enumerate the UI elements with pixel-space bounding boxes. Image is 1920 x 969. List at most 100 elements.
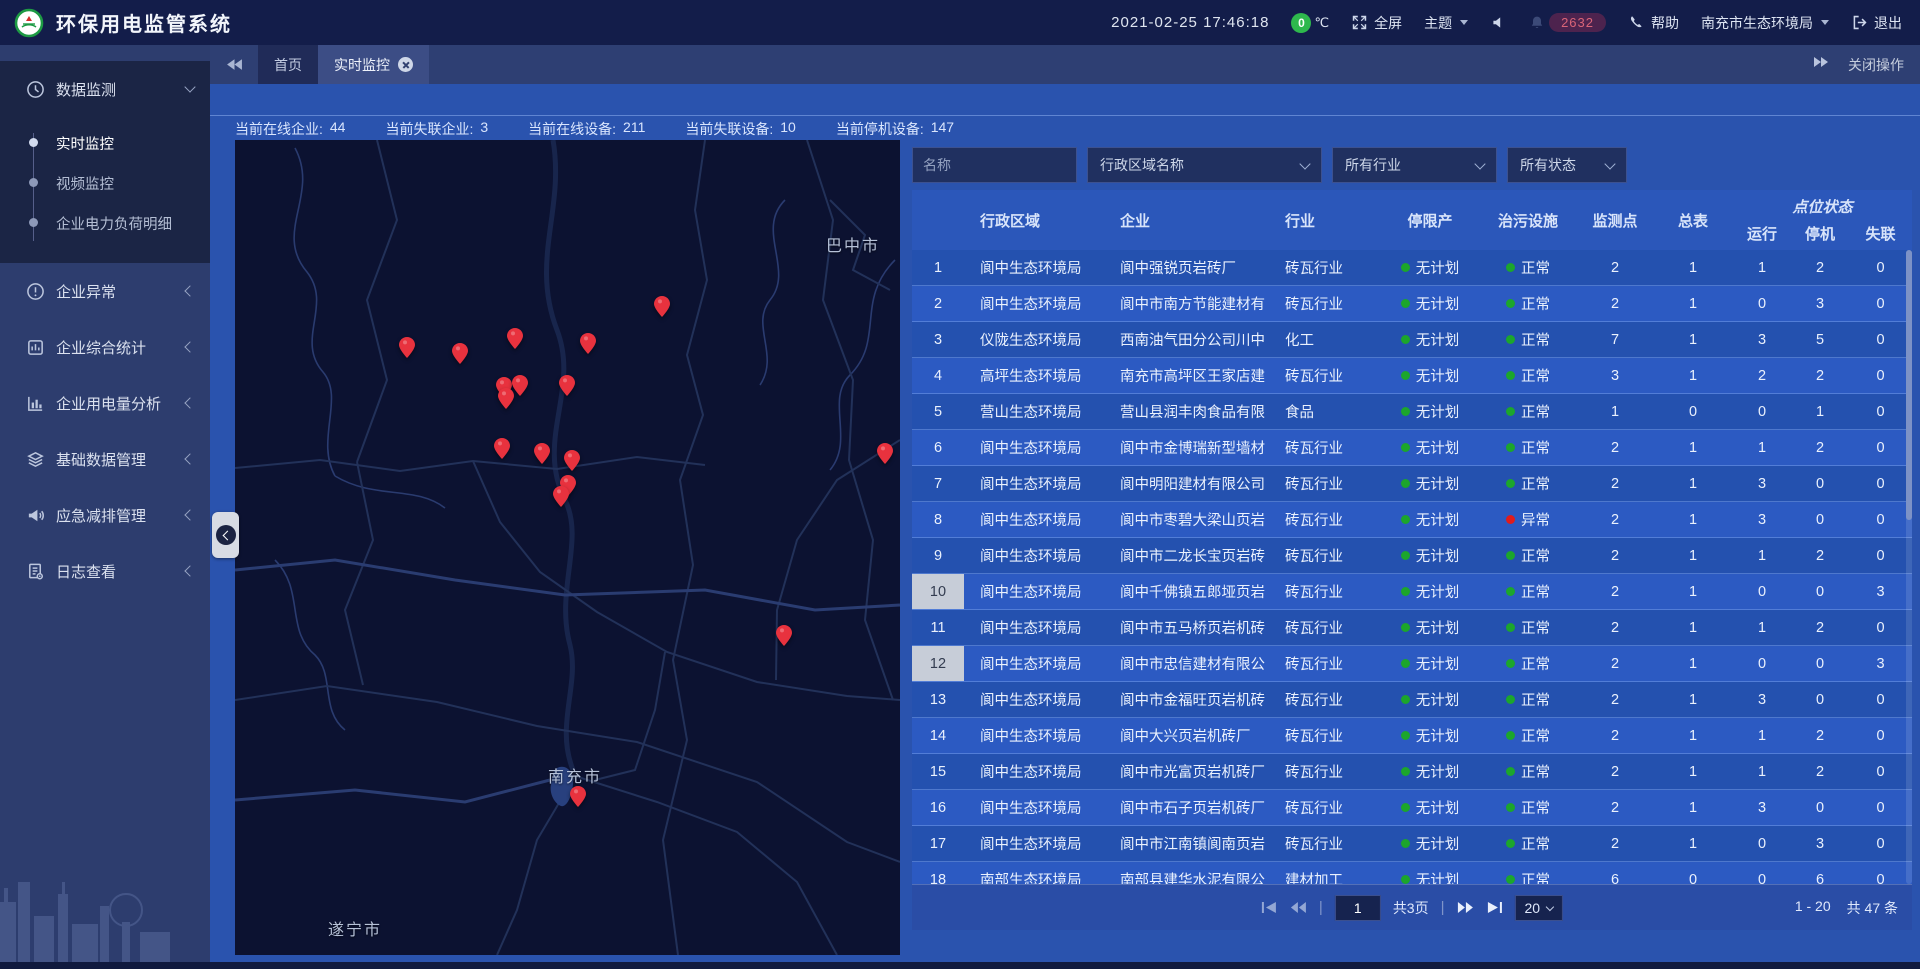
table-row[interactable]: 11阆中生态环境局阆中市五马桥页岩机砖砖瓦行业无计划正常21120 [912, 610, 1912, 646]
stat-item: 当前在线设备:211 [528, 119, 645, 139]
sidebar-item[interactable]: 企业综合统计 [0, 319, 210, 375]
table-row[interactable]: 5营山生态环境局营山县润丰肉食品有限食品无计划正常10010 [912, 394, 1912, 430]
table-header: 行政区域 企业 行业 停限产 治污设施 监测点 总表 点位状态 运行 停机 失联 [912, 190, 1912, 250]
table-row[interactable]: 18南部生态环境局南部县建华水泥有限公建材加工无计划正常60060 [912, 862, 1912, 884]
fullscreen-button[interactable]: 全屏 [1351, 13, 1402, 33]
stat-value: 44 [330, 119, 346, 139]
status-dot [1506, 587, 1515, 596]
sidebar-item-label: 企业异常 [56, 281, 186, 302]
table-row[interactable]: 14阆中生态环境局阆中大兴页岩机砖厂砖瓦行业无计划正常21120 [912, 718, 1912, 754]
sidebar-item[interactable]: 企业用电量分析 [0, 375, 210, 431]
sidebar-item[interactable]: 应急减排管理 [0, 487, 210, 543]
region-filter-select[interactable]: 行政区域名称 [1087, 147, 1322, 183]
datetime: 2021-02-25 17:46:18 [1111, 14, 1269, 31]
table-row[interactable]: 3仪陇生态环境局西南油气田分公司川中化工无计划正常71350 [912, 322, 1912, 358]
table-row[interactable]: 7阆中生态环境局阆中明阳建材有限公司砖瓦行业无计划正常21300 [912, 466, 1912, 502]
cell-points: 2 [1577, 682, 1653, 717]
table-scrollbar-thumb[interactable] [1906, 250, 1912, 520]
map-pin[interactable] [534, 443, 550, 464]
map-pin[interactable] [512, 375, 528, 396]
status-dot [1401, 551, 1410, 560]
cell-company: 阆中市江南镇阆南页岩 [1104, 826, 1269, 861]
table-row[interactable]: 16阆中生态环境局阆中市石子页岩机砖厂砖瓦行业无计划正常21300 [912, 790, 1912, 826]
tabs-scroll-left-button[interactable] [210, 45, 258, 84]
table-row[interactable]: 4高坪生态环境局南充市高坪区王家店建砖瓦行业无计划正常31220 [912, 358, 1912, 394]
stat-label: 当前停机设备: [836, 119, 924, 139]
table-row[interactable]: 2阆中生态环境局阆中市南方节能建材有砖瓦行业无计划正常21030 [912, 286, 1912, 322]
row-index: 14 [912, 718, 964, 753]
cell-lost: 0 [1849, 718, 1912, 753]
tab-close-icon[interactable] [398, 57, 413, 72]
map-pin[interactable] [570, 786, 586, 807]
last-page-button[interactable] [1486, 901, 1503, 914]
mute-button[interactable] [1490, 14, 1507, 31]
status-dot [1401, 623, 1410, 632]
map-pin[interactable] [564, 450, 580, 471]
status-filter-select[interactable]: 所有状态 [1507, 147, 1627, 183]
page-number-input[interactable] [1335, 895, 1381, 921]
theme-button[interactable]: 主题 [1424, 13, 1468, 33]
stat-item: 当前失联设备:10 [685, 119, 795, 139]
table-row[interactable]: 8阆中生态环境局阆中市枣碧大梁山页岩砖瓦行业无计划异常21300 [912, 502, 1912, 538]
chevron-down-icon [1474, 158, 1485, 169]
sidebar-item[interactable]: 数据监测 [0, 61, 210, 117]
table-row[interactable]: 13阆中生态环境局阆中市金福旺页岩机砖砖瓦行业无计划正常21300 [912, 682, 1912, 718]
cell-meters: 1 [1653, 466, 1733, 501]
tab-realtime-monitoring[interactable]: 实时监控 [318, 45, 429, 84]
cell-stop: 2 [1791, 358, 1849, 393]
close-operations-button[interactable]: 关闭操作 [1848, 55, 1904, 75]
map-pin[interactable] [654, 296, 670, 317]
sidebar-subitem[interactable]: 企业电力负荷明细 [0, 203, 210, 243]
map-pin[interactable] [553, 486, 569, 507]
table-row[interactable]: 1阆中生态环境局阆中强锐页岩砖厂砖瓦行业无计划正常21120 [912, 250, 1912, 286]
table-row[interactable]: 12阆中生态环境局阆中市忠信建材有限公砖瓦行业无计划正常21003 [912, 646, 1912, 682]
sidebar-item[interactable]: 企业异常 [0, 263, 210, 319]
map-pin[interactable] [452, 343, 468, 364]
table-row[interactable]: 10阆中生态环境局阆中千佛镇五郎垭页岩砖瓦行业无计划正常21003 [912, 574, 1912, 610]
sidebar-item[interactable]: 基础数据管理 [0, 431, 210, 487]
cell-company: 南充市高坪区王家店建 [1104, 358, 1269, 393]
prev-page-button[interactable] [1290, 901, 1307, 914]
sidebar-subitem[interactable]: 视频监控 [0, 163, 210, 203]
page-size-select[interactable]: 20 [1515, 895, 1564, 921]
map-pin[interactable] [494, 438, 510, 459]
industry-filter-select[interactable]: 所有行业 [1332, 147, 1497, 183]
name-filter-input[interactable] [912, 147, 1077, 183]
row-index: 15 [912, 754, 964, 789]
tabs-scroll-right-button[interactable] [1813, 56, 1830, 73]
table-row[interactable]: 15阆中生态环境局阆中市光富页岩机砖厂砖瓦行业无计划正常21120 [912, 754, 1912, 790]
table-row[interactable]: 17阆中生态环境局阆中市江南镇阆南页岩砖瓦行业无计划正常21030 [912, 826, 1912, 862]
map-pin[interactable] [498, 388, 514, 409]
logout-icon [1851, 14, 1868, 31]
sidebar-item[interactable]: 日志查看 [0, 543, 210, 599]
filter-bar: 行政区域名称 所有行业 所有状态 [912, 147, 1912, 183]
chevron-left-icon [184, 285, 195, 296]
org-menu-button[interactable]: 南充市生态环境局 [1701, 13, 1829, 33]
col-facility: 治污设施 [1479, 190, 1577, 250]
cell-meters: 1 [1653, 718, 1733, 753]
logout-button[interactable]: 退出 [1851, 13, 1902, 33]
cell-stop: 3 [1791, 826, 1849, 861]
theme-label: 主题 [1424, 13, 1452, 33]
next-page-button[interactable] [1457, 901, 1474, 914]
panel-collapse-handle[interactable] [212, 512, 239, 558]
cell-points: 3 [1577, 358, 1653, 393]
cell-run: 0 [1733, 646, 1791, 681]
table-row[interactable]: 6阆中生态环境局阆中市金博瑞新型墙材砖瓦行业无计划正常21120 [912, 430, 1912, 466]
map-pin[interactable] [399, 337, 415, 358]
map-pin[interactable] [877, 443, 893, 464]
table-row[interactable]: 9阆中生态环境局阆中市二龙长宝页岩砖砖瓦行业无计划正常21120 [912, 538, 1912, 574]
sidebar-subitem[interactable]: 实时监控 [0, 123, 210, 163]
cell-limit-status: 无计划 [1381, 610, 1479, 645]
sidebar-item-label: 企业综合统计 [56, 337, 186, 358]
help-button[interactable]: 帮助 [1628, 13, 1679, 33]
status-dot [1401, 875, 1410, 884]
map-pin[interactable] [580, 333, 596, 354]
map-pin[interactable] [559, 375, 575, 396]
map-pin[interactable] [507, 328, 523, 349]
notifications-button[interactable]: 2632 [1529, 13, 1606, 32]
tab-home[interactable]: 首页 [258, 45, 318, 84]
map-panel[interactable]: 巴中市南充市遂宁市 [235, 140, 900, 955]
map-pin[interactable] [776, 625, 792, 646]
first-page-button[interactable] [1261, 901, 1278, 914]
